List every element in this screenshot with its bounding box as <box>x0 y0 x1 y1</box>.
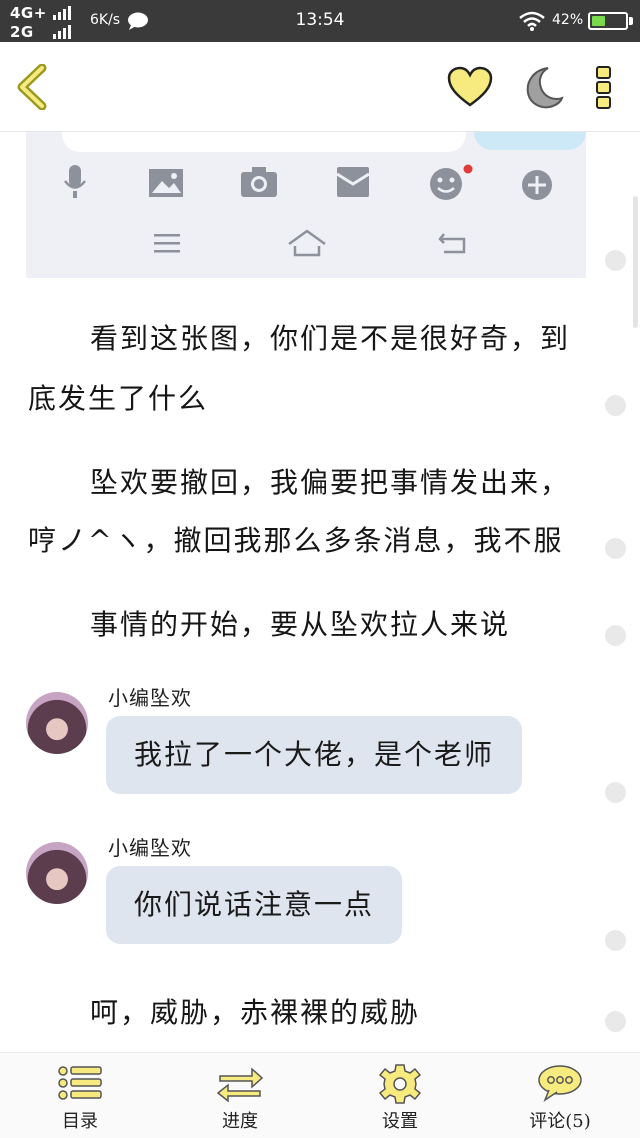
comment-icon <box>538 1065 582 1102</box>
nav-label: 设置 <box>382 1111 418 1132</box>
wifi-icon <box>519 11 545 31</box>
nav-settings[interactable]: 设置 <box>320 1053 480 1138</box>
paragraph-line: 呵，威胁，赤裸裸的威胁 <box>90 996 421 1029</box>
progress-dot[interactable] <box>605 782 626 803</box>
nav-comments[interactable]: 评论(5) <box>480 1053 640 1138</box>
paragraph-line: 事情的开始，要从坠欢拉人来说 <box>90 608 511 641</box>
gear-icon <box>378 1064 422 1104</box>
sender-name: 小编坠欢 <box>108 836 192 860</box>
plus-icon <box>522 170 552 200</box>
paragraph-1: 看到这张图，你们是不是很好奇，到 底发生了什么 <box>28 316 588 422</box>
paragraph-2: 坠欢要撤回，我偏要把事情发出来， 哼ノ^ヽ，撤回我那么多条消息，我不服 <box>28 460 588 564</box>
avatar[interactable] <box>26 692 88 754</box>
battery-percent: 42% <box>552 12 584 28</box>
embedded-screenshot <box>26 132 586 278</box>
heart-icon[interactable] <box>446 66 494 108</box>
progress-dot[interactable] <box>605 250 626 271</box>
progress-dot[interactable] <box>605 625 626 646</box>
paragraph-4: 呵，威胁，赤裸裸的威胁 <box>28 990 588 1036</box>
progress-dot[interactable] <box>605 538 626 559</box>
message-bubble: 我拉了一个大佬，是个老师 <box>106 716 523 794</box>
nav-label: 进度 <box>222 1111 258 1132</box>
embedded-send-button <box>474 132 586 150</box>
nav-catalog[interactable]: 目录 <box>0 1053 160 1138</box>
nav-progress[interactable]: 进度 <box>160 1053 320 1138</box>
battery-tip <box>629 17 633 25</box>
more-icon[interactable] <box>594 66 614 110</box>
nav-label: 目录 <box>62 1111 98 1132</box>
scrollbar[interactable] <box>633 196 638 328</box>
camera-icon <box>241 167 277 197</box>
progress-dot[interactable] <box>605 395 626 416</box>
embedded-input-box <box>62 132 466 152</box>
microphone-icon <box>64 165 86 198</box>
bottom-nav: 目录 进度 设置 评论(5) <box>0 1052 640 1138</box>
battery-icon <box>588 12 628 30</box>
battery-level <box>592 16 605 26</box>
menu-icon <box>154 234 180 253</box>
paragraph-line: 看到这张图，你们是不是很好奇，到 <box>90 322 571 355</box>
progress-dot[interactable] <box>605 1011 626 1032</box>
paragraph-line: 底发生了什么 <box>28 382 209 415</box>
back-icon[interactable] <box>14 64 48 110</box>
return-icon <box>438 233 466 254</box>
sender-name: 小编坠欢 <box>108 686 192 710</box>
red-packet-icon <box>336 167 370 197</box>
avatar[interactable] <box>26 842 88 904</box>
status-bar: 4G+ 2G 6K/s 13:54 42% <box>0 0 640 42</box>
app-toolbar <box>0 42 640 132</box>
catalog-icon <box>58 1066 102 1100</box>
paragraph-line: 哼ノ^ヽ，撤回我那么多条消息，我不服 <box>28 524 564 557</box>
message-bubble: 你们说话注意一点 <box>106 866 403 944</box>
progress-dot[interactable] <box>605 930 626 951</box>
nav-label: 评论(5) <box>529 1111 591 1132</box>
moon-icon[interactable] <box>518 64 564 110</box>
home-icon <box>288 229 326 257</box>
paragraph-3: 事情的开始，要从坠欢拉人来说 <box>28 602 588 648</box>
paragraph-line: 坠欢要撤回，我偏要把事情发出来， <box>90 466 571 499</box>
image-icon <box>149 169 183 197</box>
progress-icon <box>216 1067 264 1103</box>
emoji-icon <box>430 164 473 200</box>
